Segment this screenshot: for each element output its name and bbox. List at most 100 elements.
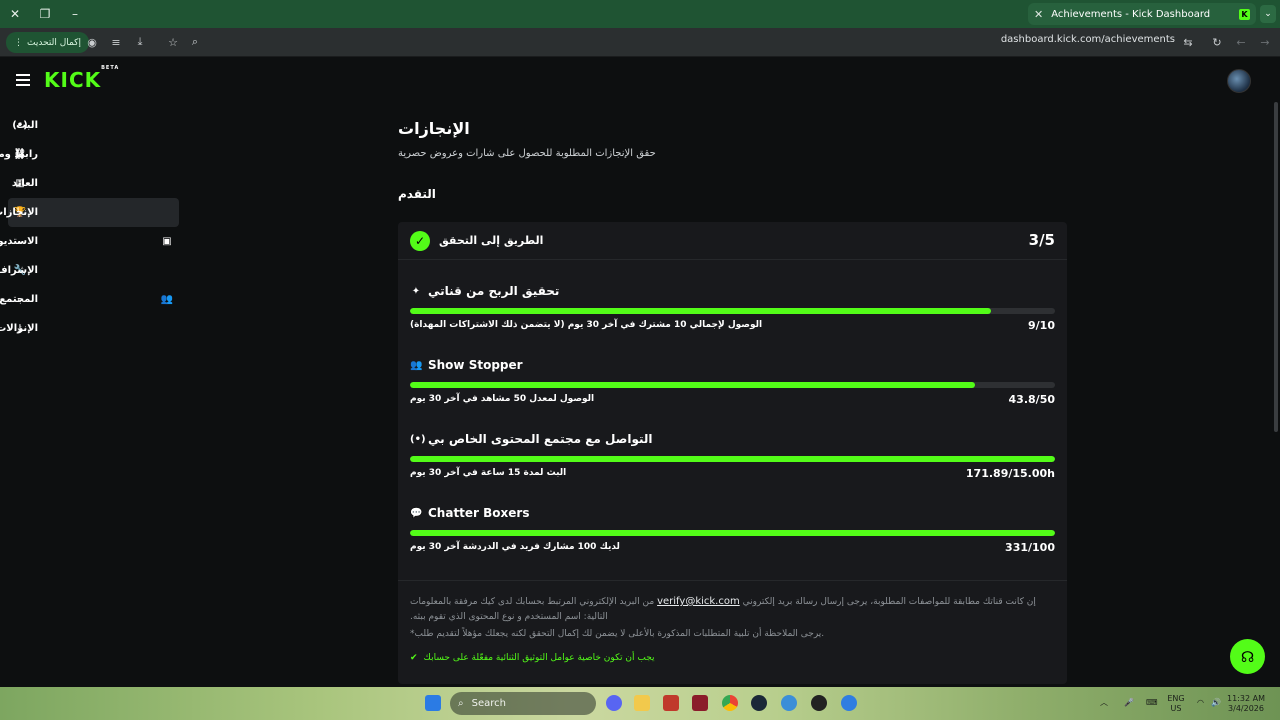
divider	[398, 580, 1067, 581]
achievement-value: 9/10	[1028, 319, 1055, 332]
progress-fill	[410, 382, 976, 388]
update-button[interactable]: ⋮ إكمال التحديث	[6, 32, 89, 53]
browser-titlebar: ✕ ❐ – + ✕ Achievements - Kick Dashboard …	[0, 0, 1280, 28]
sidebar-item-label: الإنجازات	[0, 207, 38, 218]
progress-fill	[410, 530, 1055, 536]
browser-tab[interactable]: ✕ Achievements - Kick Dashboard K	[1028, 3, 1256, 25]
minimize-window-icon[interactable]: –	[64, 4, 86, 24]
search-placeholder: Search	[471, 698, 506, 709]
menu-dots-icon: ⋮	[14, 37, 23, 48]
tab-search-icon[interactable]: ⌄	[1260, 5, 1276, 23]
achievement-description: البث لمدة 15 ساعة في آخر 30 يوم	[410, 468, 567, 478]
achievement-title: 👥 Show Stopper	[410, 358, 523, 372]
sidebar-item-label: المجتمع	[0, 294, 38, 305]
search-icon: ⌕	[458, 698, 464, 709]
chevron-up-icon[interactable]: ︿	[1100, 698, 1108, 708]
achievement-description: الوصول لمعدل 50 مشاهد في آخر 30 يوم	[410, 394, 595, 404]
sidebar-item-stream[interactable]: (•) البث	[8, 111, 179, 140]
steam-icon[interactable]	[751, 695, 767, 711]
sidebar-item-revenue[interactable]: ▥ العائد	[8, 169, 179, 198]
wifi-icon[interactable]: ◠	[1197, 698, 1204, 708]
support-chat-button[interactable]: ☊	[1230, 639, 1265, 674]
achievement-description: لديك 100 مشارك فريد في الدردشة آخر 30 يو…	[410, 542, 620, 552]
sidebar-item-label: الإشراف	[0, 265, 38, 276]
update-label: إكمال التحديث	[27, 37, 81, 48]
sidebar-item-studio[interactable]: ⌄ الاستديو ▣	[0, 227, 179, 256]
app-icon[interactable]	[663, 695, 679, 711]
progress-bar	[410, 530, 1055, 536]
bookmark-star-icon[interactable]: ☆	[163, 32, 183, 52]
studio-icon: ▣	[162, 236, 172, 247]
sidebar-item-label: الاستديو	[0, 236, 38, 247]
windows-taskbar: ⌕ Search ︿ 🎤 ⌨ ENG US ◠ 🔊 11:32 AM 3/4/2…	[0, 687, 1280, 720]
sparkle-icon: ✦	[411, 285, 421, 297]
microphone-icon[interactable]: 🎤	[1124, 698, 1134, 708]
broadcast-icon: (•)	[410, 433, 426, 445]
sidebar-item-moderation[interactable]: 🔧 الإشراف	[0, 256, 179, 285]
progress-bar	[410, 382, 1055, 388]
progress-heading: التقدم	[398, 187, 436, 201]
sidebar-item-label: العائد	[11, 178, 38, 189]
hamburger-menu-icon[interactable]	[16, 74, 30, 86]
forward-icon[interactable]: ←	[1231, 32, 1251, 52]
sidebar-item-drops[interactable]: ⤓ الإنزالات و الجوائز	[0, 314, 179, 343]
achievement-title: ✦ تحقيق الربح من قناتي	[411, 284, 560, 298]
progress-bar	[410, 456, 1055, 462]
download-icon[interactable]: ⤓	[130, 32, 150, 52]
tab-close-icon[interactable]: ✕	[1034, 8, 1043, 21]
card-header: ✓ الطريق إلى التحقق 3/5	[398, 222, 1067, 260]
language-indicator[interactable]: ENG US	[1164, 694, 1188, 714]
sidebar-item-label: الإنزالات و الجوائز	[0, 323, 38, 334]
file-explorer-icon[interactable]	[634, 695, 650, 711]
achievement-title: (•) التواصل مع مجتمع المحتوى الخاص بي	[410, 432, 653, 446]
url-text[interactable]: dashboard.kick.com/achievements	[1001, 34, 1175, 45]
page-scrollbar[interactable]	[1274, 102, 1278, 432]
achievement-value: 43.8/50	[1008, 393, 1055, 406]
profile-icon[interactable]: ◉	[82, 32, 102, 52]
verification-instructions: إن كانت قناتك مطابقة للمواصفات المطلوبة،…	[410, 596, 1036, 622]
sidebar-item-stream-key[interactable]: ⛓ رابط ومفتاح البث	[0, 140, 179, 169]
progress-fill	[410, 456, 1055, 462]
back-icon[interactable]: →	[1255, 32, 1275, 52]
verified-badge-icon: ✓	[410, 231, 430, 251]
kick-logo[interactable]: KICKBETA	[44, 65, 119, 92]
volume-icon[interactable]: 🔊	[1211, 698, 1221, 708]
page-subtitle: حقق الإنجازات المطلوبة للحصول على شارات …	[398, 148, 656, 159]
edge-icon[interactable]	[841, 695, 857, 711]
achievement-title: 💬 Chatter Boxers	[410, 506, 530, 520]
user-avatar[interactable]	[1227, 69, 1251, 93]
verify-email-link[interactable]: verify@kick.com	[657, 596, 740, 607]
tab-title: Achievements - Kick Dashboard	[1051, 8, 1211, 20]
restore-window-icon[interactable]: ❐	[34, 4, 56, 24]
progress-bar	[410, 308, 1055, 314]
reload-icon[interactable]: ↻	[1207, 32, 1227, 52]
close-window-icon[interactable]: ✕	[4, 4, 26, 24]
completed-count: 3/5	[1028, 231, 1055, 249]
adobe-icon[interactable]	[692, 695, 708, 711]
verification-card: ✓ الطريق إلى التحقق 3/5 ✦ تحقيق الربح من…	[398, 222, 1067, 684]
discord-icon[interactable]	[606, 695, 622, 711]
community-icon: 👥	[160, 294, 174, 305]
site-settings-icon[interactable]: ⇆	[1178, 32, 1198, 52]
zoom-icon[interactable]: ⌕	[185, 32, 205, 52]
reading-list-icon[interactable]: ≡	[106, 32, 126, 52]
chat-bubble-icon: 💬	[410, 507, 423, 519]
keyboard-icon[interactable]: ⌨	[1146, 698, 1158, 708]
browser-icon[interactable]	[781, 695, 797, 711]
clock[interactable]: 11:32 AM 3/4/2026	[1226, 694, 1266, 714]
achievement-description: الوصول لإجمالي 10 مشترك في آخر 30 يوم (ل…	[410, 320, 763, 330]
sidebar-item-community[interactable]: ⌄ المجتمع 👥	[0, 285, 179, 314]
viewers-icon: 👥	[410, 359, 423, 371]
achievement-value: 171.89/15.00h	[965, 467, 1055, 480]
sidebar-item-achievements[interactable]: 🏆 الإنجازات	[0, 198, 179, 227]
start-windows-icon[interactable]	[425, 695, 441, 711]
obs-icon[interactable]	[811, 695, 827, 711]
card-title: الطريق إلى التحقق	[439, 234, 544, 247]
taskbar-search[interactable]: ⌕ Search	[450, 692, 596, 715]
kick-favicon-icon: K	[1239, 8, 1250, 20]
sidebar-item-label: رابط ومفتاح البث	[0, 149, 38, 160]
chrome-icon[interactable]	[722, 695, 738, 711]
sidebar: (•) البث ⛓ رابط ومفتاح البث ▥ العائد 🏆 ا…	[0, 111, 179, 343]
sidebar-item-label: البث	[16, 120, 38, 131]
headset-icon: ☊	[1240, 647, 1255, 666]
